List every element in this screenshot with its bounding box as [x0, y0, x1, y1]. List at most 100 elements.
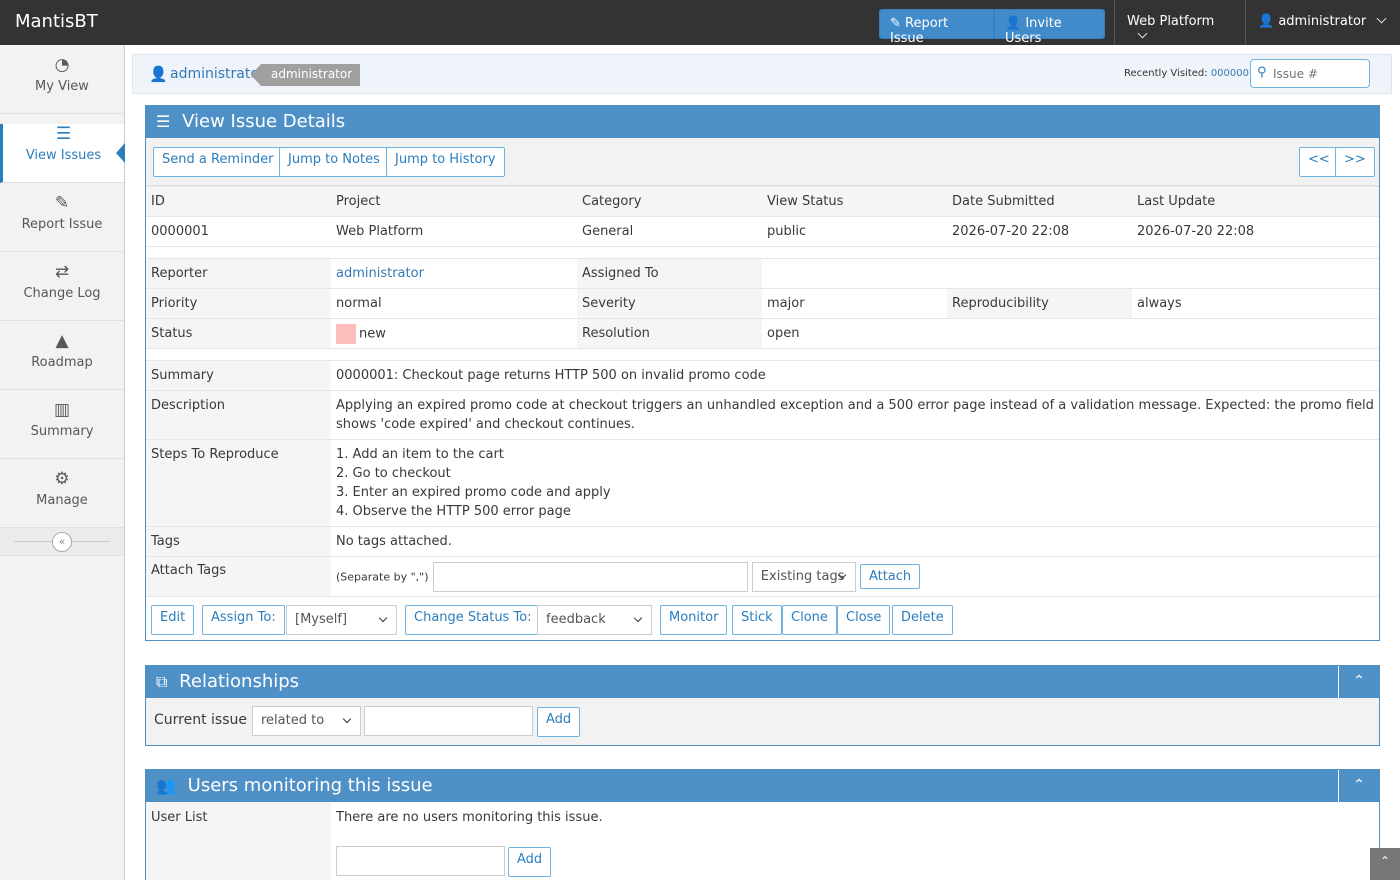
- widget-header: ☰ View Issue Details: [146, 106, 1379, 138]
- recently-visited-link[interactable]: 0000001: [1211, 68, 1256, 79]
- column-header: View Status: [762, 186, 947, 217]
- previous-issue-button[interactable]: <<: [1299, 147, 1339, 177]
- change-status-value: feedback: [546, 612, 606, 627]
- double-chevron-left-icon[interactable]: «: [52, 532, 72, 552]
- clone-button[interactable]: Clone: [782, 605, 837, 635]
- recently-visited-label: Recently Visited:: [1124, 68, 1208, 79]
- widget-title: View Issue Details: [182, 111, 346, 132]
- sidebar-item-label: Summary: [30, 424, 94, 439]
- sidebar-item-manage[interactable]: ⚙ Manage: [0, 469, 124, 528]
- chevron-up-icon[interactable]: ⌃: [1338, 666, 1379, 698]
- sidebar-item-roadmap[interactable]: ▲ Roadmap: [0, 331, 124, 390]
- view-issue-details-box: ☰ View Issue Details Send a Reminder Jum…: [145, 105, 1380, 641]
- assign-to-select[interactable]: [Myself]: [286, 605, 397, 635]
- add-relationship-button[interactable]: Add: [537, 707, 581, 737]
- spacer-row: [146, 246, 1379, 259]
- table-row: Priority normal Severity major Reproduci…: [146, 288, 1379, 319]
- column-header: Date Submitted: [947, 186, 1132, 217]
- attach-tags-button[interactable]: Attach: [859, 564, 921, 590]
- jump-to-history-button[interactable]: Jump to History: [386, 147, 505, 177]
- stick-button[interactable]: Stick: [732, 605, 782, 635]
- sidebar-item-label: View Issues: [25, 148, 102, 163]
- user-dropdown[interactable]: 👤 administrator: [1245, 0, 1400, 45]
- sidebar-item-change-log[interactable]: ⇄ Change Log: [0, 262, 124, 321]
- next-issue-button[interactable]: >>: [1335, 147, 1375, 177]
- delete-button[interactable]: Delete: [892, 605, 953, 635]
- step-line: 1. Add an item to the cart: [336, 447, 504, 462]
- widget-title: Relationships: [179, 671, 300, 692]
- issue-actions-bar: Edit Assign To: [Myself] Change Status T…: [146, 596, 1379, 641]
- sidebar-item-label: Report Issue: [21, 217, 103, 232]
- related-issue-input[interactable]: [364, 706, 533, 736]
- user-icon: 👤: [149, 65, 168, 83]
- field-label: Reproducibility: [947, 288, 1132, 319]
- table-row: Status new Resolution open: [146, 318, 1379, 349]
- description-value: Applying an expired promo code at checko…: [331, 390, 1379, 440]
- sidebar-item-summary[interactable]: ▥ Summary: [0, 400, 124, 459]
- edit-icon: ✎: [890, 16, 901, 31]
- relationship-type-select[interactable]: related to: [252, 706, 361, 736]
- status-value: new: [359, 326, 386, 341]
- chevron-up-icon[interactable]: ⌃: [1338, 770, 1379, 802]
- attach-tags-cell: (Separate by ",") Existing tags Attach: [331, 556, 1379, 597]
- widget-header: ⧉ Relationships ⌃: [146, 666, 1379, 698]
- issue-number-input[interactable]: [1273, 63, 1363, 84]
- table-row: Reporter administrator Assigned To: [146, 258, 1379, 289]
- edit-button[interactable]: Edit: [151, 605, 195, 635]
- issue-category: General: [577, 216, 762, 247]
- table-row: Steps To Reproduce 1. Add an item to the…: [146, 439, 1379, 527]
- report-issue-button[interactable]: ✎ Report Issue: [879, 9, 994, 46]
- tag-string-input[interactable]: [432, 561, 748, 592]
- field-label: Description: [146, 390, 331, 440]
- table-row: 0000001 Web Platform General public 2026…: [146, 216, 1379, 247]
- field-label: User List: [151, 810, 208, 825]
- widget-title: Users monitoring this issue: [187, 775, 433, 796]
- assign-to-button[interactable]: Assign To:: [202, 605, 285, 635]
- sidebar-item-my-view[interactable]: ◔ My View: [0, 55, 124, 114]
- bar-chart-icon: ▥: [53, 400, 71, 420]
- navbar: MantisBT ✎ Report Issue 👤 Invite Users W…: [0, 0, 1400, 46]
- reporter-link[interactable]: administrator: [336, 266, 424, 281]
- users-icon: 👥: [156, 776, 176, 795]
- add-monitor-button[interactable]: Add: [508, 847, 552, 877]
- change-status-button[interactable]: Change Status To:: [405, 605, 541, 635]
- resolution-value: open: [762, 318, 1379, 349]
- jump-to-notes-button[interactable]: Jump to Notes: [279, 147, 389, 177]
- issue-details-table: ID Project Category View Status Date Sub…: [146, 186, 1379, 597]
- send-reminder-button[interactable]: Send a Reminder: [153, 147, 283, 177]
- column-header: Project: [331, 186, 577, 217]
- widget-header: 👥 Users monitoring this issue ⌃: [146, 770, 1379, 802]
- list-icon: ☰: [55, 124, 72, 144]
- brand-logo[interactable]: MantisBT: [15, 11, 98, 32]
- assign-to-value: [Myself]: [295, 612, 348, 627]
- sidebar-collapse-row: «: [0, 528, 124, 556]
- invite-users-button[interactable]: 👤 Invite Users: [994, 9, 1105, 46]
- search-icon: ⚲: [1257, 65, 1267, 80]
- monitoring-box: 👥 Users monitoring this issue ⌃ User Lis…: [145, 769, 1380, 880]
- sidebar-item-label: My View: [35, 79, 89, 94]
- change-status-select[interactable]: feedback: [537, 605, 652, 635]
- user-list-label-cell: User List: [146, 802, 331, 880]
- bars-icon: ☰: [156, 112, 171, 131]
- table-row: Summary 0000001: Checkout page returns H…: [146, 360, 1379, 391]
- column-header: ID: [146, 186, 331, 217]
- relationships-box: ⧉ Relationships ⌃ Current issue related …: [145, 665, 1380, 746]
- monitor-username-input[interactable]: [336, 846, 505, 876]
- chevron-down-icon: [342, 714, 352, 724]
- project-dropdown[interactable]: Web Platform: [1114, 0, 1245, 45]
- user-plus-icon: 👤: [1005, 16, 1022, 31]
- close-button[interactable]: Close: [837, 605, 891, 635]
- separate-hint: (Separate by ","): [336, 570, 429, 584]
- current-issue-label: Current issue: [154, 712, 247, 728]
- retweet-icon: ⇄: [54, 262, 70, 282]
- issue-project: Web Platform: [331, 216, 577, 247]
- field-label: Assigned To: [577, 258, 762, 289]
- scroll-to-top-icon[interactable]: ⌃: [1370, 848, 1400, 880]
- sidebar-item-view-issues[interactable]: ☰ View Issues: [0, 124, 125, 183]
- issue-search: ⚲: [1250, 59, 1370, 88]
- field-label: Attach Tags: [146, 556, 331, 597]
- existing-tags-select[interactable]: Existing tags: [751, 561, 856, 592]
- monitor-button[interactable]: Monitor: [660, 605, 728, 635]
- sidebar-item-report-issue[interactable]: ✎ Report Issue: [0, 193, 124, 252]
- field-label: Resolution: [577, 318, 762, 349]
